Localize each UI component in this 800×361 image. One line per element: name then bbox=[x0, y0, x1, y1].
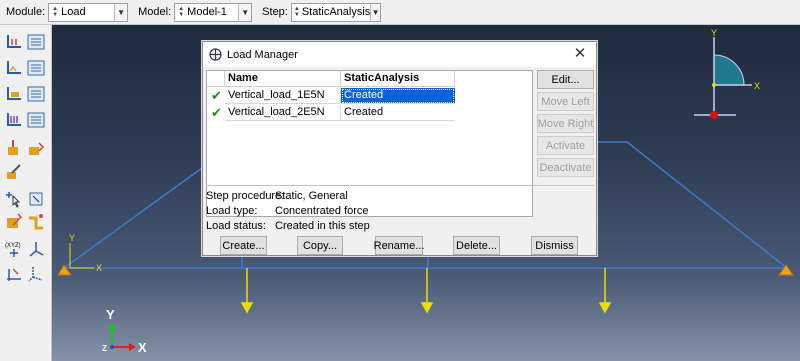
svg-text:(XYZ): (XYZ) bbox=[5, 243, 21, 249]
csys-icon[interactable] bbox=[27, 240, 45, 258]
info-value: Concentrated force bbox=[275, 205, 369, 217]
info-value: Static, General bbox=[275, 190, 348, 202]
module-select[interactable]: ▲ ▼ Load ▼ bbox=[48, 2, 129, 22]
triad-y-label: Y bbox=[711, 28, 717, 38]
amplitude-icon[interactable] bbox=[5, 139, 23, 157]
global-axis-z-label: Z bbox=[102, 344, 107, 353]
global-axis bbox=[108, 323, 136, 351]
load-manager-dialog: Load Manager ✕ Name StaticAnalysis ✔ Ver… bbox=[202, 41, 597, 256]
activate-button[interactable]: Activate bbox=[537, 136, 594, 155]
dialog-titlebar[interactable]: Load Manager ✕ bbox=[203, 42, 596, 67]
model-select[interactable]: ▲ ▼ Model-1 ▼ bbox=[174, 2, 253, 22]
checkmark-icon: ✔ bbox=[211, 105, 222, 120]
partition-icon[interactable] bbox=[5, 212, 23, 230]
table-row[interactable]: ✔ Vertical_load_2E5N Created bbox=[207, 105, 532, 121]
model-label: Model: bbox=[138, 6, 172, 18]
abaqus-icon bbox=[209, 48, 222, 61]
create-predefined-field-icon[interactable] bbox=[5, 85, 23, 103]
coordinate-system-icon[interactable]: (XYZ) bbox=[5, 240, 23, 258]
step-label: Step: bbox=[262, 6, 288, 18]
load-arrows bbox=[240, 268, 612, 314]
model-axis-y-label: Y bbox=[69, 233, 75, 243]
datum-axis-icon[interactable] bbox=[27, 265, 45, 283]
table-row[interactable]: ✔ Vertical_load_1E5N Created bbox=[207, 88, 532, 104]
dismiss-button[interactable]: Dismiss bbox=[531, 236, 578, 255]
global-axis-y-label: Y bbox=[106, 307, 115, 322]
step-select[interactable]: ▲ ▼ StaticAnalysis ▼ bbox=[290, 2, 381, 22]
create-load-case-icon[interactable] bbox=[5, 111, 23, 129]
view-triad bbox=[694, 37, 752, 119]
rename-button[interactable]: Rename... bbox=[374, 236, 424, 255]
query-icon[interactable] bbox=[5, 163, 23, 181]
bc-manager-icon[interactable] bbox=[27, 59, 45, 77]
chevron-down-icon[interactable]: ▼ bbox=[370, 3, 380, 21]
create-bc-icon[interactable] bbox=[5, 59, 23, 77]
divider bbox=[206, 185, 594, 186]
move-left-button[interactable]: Move Left bbox=[537, 92, 594, 111]
model-axis-x-label: X bbox=[96, 263, 102, 273]
create-button[interactable]: Create... bbox=[220, 236, 267, 255]
spin-icon: ▲ ▼ bbox=[52, 6, 59, 18]
checkmark-icon: ✔ bbox=[211, 88, 222, 103]
close-icon[interactable]: ✕ bbox=[573, 46, 587, 62]
info-value: Created in this step bbox=[275, 220, 370, 232]
step-value: StaticAnalysis bbox=[301, 6, 371, 18]
triad-x-label: X bbox=[754, 81, 760, 91]
datum-icon[interactable] bbox=[27, 212, 45, 230]
load-manager-icon[interactable] bbox=[27, 33, 45, 51]
chevron-down-icon[interactable]: ▼ bbox=[238, 3, 252, 21]
surface-select-icon[interactable] bbox=[27, 190, 45, 208]
chevron-down-icon[interactable]: ▼ bbox=[114, 3, 128, 21]
column-header-step[interactable]: StaticAnalysis bbox=[341, 71, 455, 87]
load-name-cell[interactable]: Vertical_load_1E5N bbox=[225, 88, 341, 104]
module-value: Load bbox=[61, 6, 86, 18]
info-key: Load type: bbox=[206, 205, 258, 217]
amplitude-manager-icon[interactable] bbox=[27, 139, 45, 157]
create-load-icon[interactable] bbox=[5, 33, 23, 51]
delete-button[interactable]: Delete... bbox=[453, 236, 500, 255]
model-value: Model-1 bbox=[187, 6, 227, 18]
load-case-manager-icon[interactable] bbox=[27, 111, 45, 129]
copy-button[interactable]: Copy... bbox=[297, 236, 343, 255]
load-status-cell[interactable]: Created bbox=[341, 105, 455, 121]
dialog-title: Load Manager bbox=[227, 48, 298, 61]
toolbox: (XYZ) bbox=[0, 25, 52, 361]
edit-button[interactable]: Edit... bbox=[537, 70, 594, 89]
info-key: Step procedure: bbox=[206, 190, 285, 202]
move-right-button[interactable]: Move Right bbox=[537, 114, 594, 133]
load-name-cell[interactable]: Vertical_load_2E5N bbox=[225, 105, 341, 121]
column-header-name[interactable]: Name bbox=[225, 71, 341, 87]
spin-icon: ▲ ▼ bbox=[178, 6, 185, 18]
module-label: Module: bbox=[6, 6, 46, 18]
datum-point-icon[interactable] bbox=[5, 265, 23, 283]
info-key: Load status: bbox=[206, 220, 266, 232]
boundary-conditions bbox=[57, 264, 794, 276]
select-icon[interactable] bbox=[5, 190, 23, 208]
global-axis-x-label: X bbox=[138, 340, 147, 355]
deactivate-button[interactable]: Deactivate bbox=[537, 158, 594, 177]
table-corner bbox=[207, 71, 225, 87]
module-toolbar: Module: ▲ ▼ Load ▼ Model: ▲ ▼ Model-1 ▼ St… bbox=[0, 0, 800, 25]
field-manager-icon[interactable] bbox=[27, 85, 45, 103]
table-header: Name StaticAnalysis bbox=[207, 71, 532, 87]
load-status-cell[interactable]: Created bbox=[341, 88, 455, 104]
